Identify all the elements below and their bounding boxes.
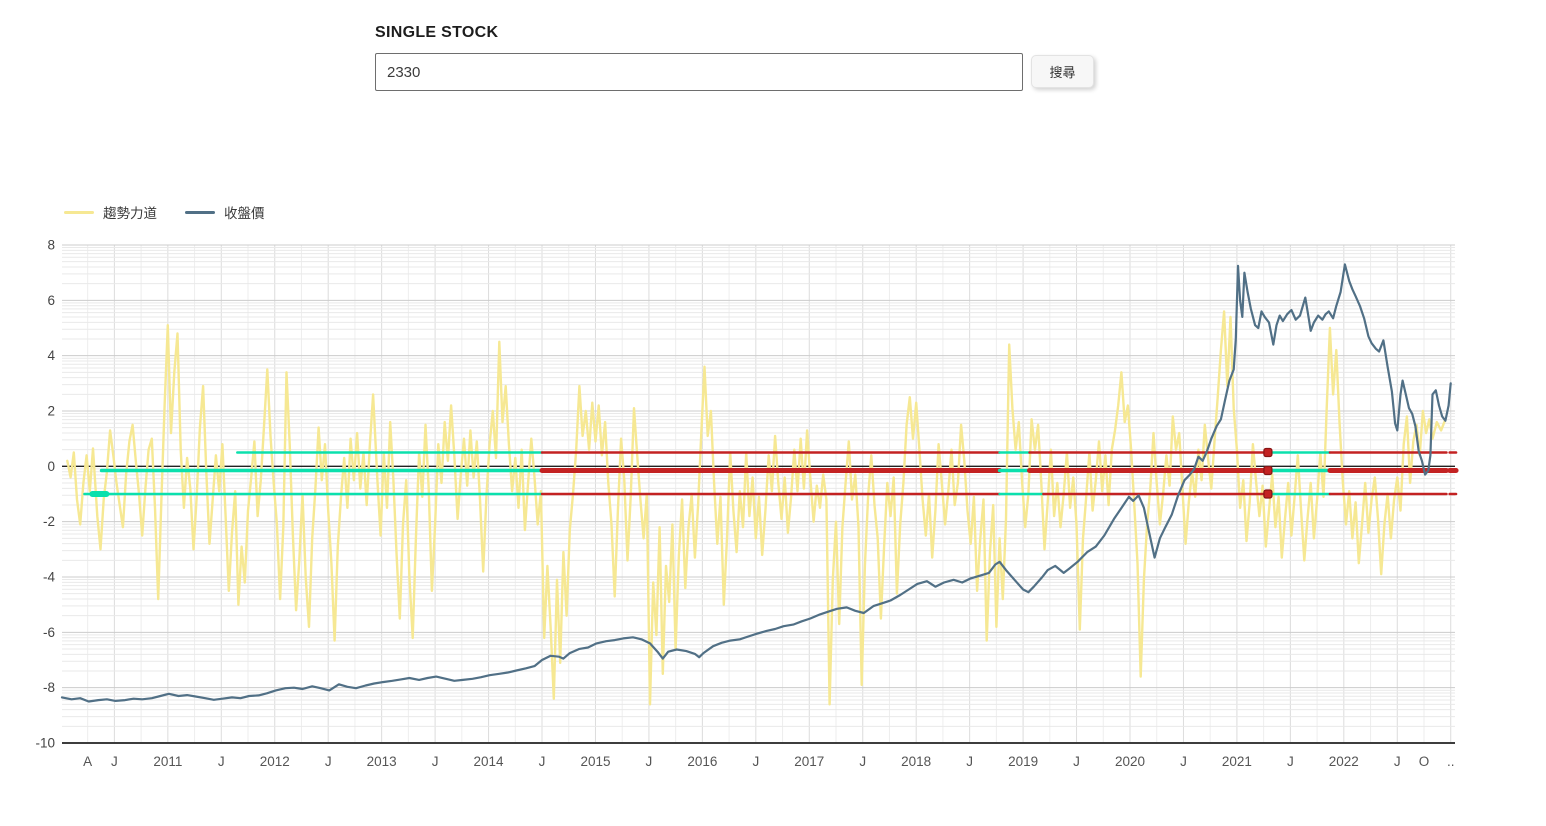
chart-legend: 趨勢力道 收盤價 (64, 202, 265, 222)
y-tick-label: -2 (43, 514, 55, 529)
x-tick-label: 2012 (260, 754, 290, 769)
x-tick-label: 2015 (580, 754, 610, 769)
x-tick-label: 2019 (1008, 754, 1038, 769)
series-trend (67, 311, 1445, 704)
y-tick-label: 6 (47, 293, 55, 308)
legend-item-close[interactable]: 收盤價 (185, 202, 265, 222)
legend-item-trend[interactable]: 趨勢力道 (64, 202, 157, 222)
x-tick-label: 2022 (1329, 754, 1359, 769)
x-tick-label: 2018 (901, 754, 931, 769)
x-tick-label: 2020 (1115, 754, 1145, 769)
y-tick-label: 0 (47, 459, 55, 474)
x-tick-label: 2011 (153, 754, 182, 769)
x-tick-label: J (646, 754, 653, 769)
x-tick-label: J (859, 754, 866, 769)
x-tick-label: J (1287, 754, 1294, 769)
threshold-junction-marker (1264, 449, 1272, 457)
x-tick-label: 2013 (367, 754, 397, 769)
x-tick-label: 2021 (1222, 754, 1252, 769)
y-tick-label: -6 (43, 625, 55, 640)
legend-swatch-close (185, 211, 215, 214)
legend-swatch-trend (64, 211, 94, 214)
y-tick-label: 8 (47, 238, 55, 253)
x-tick-label: J (1180, 754, 1187, 769)
x-tick-label: J (966, 754, 973, 769)
x-tick-label: A (83, 754, 92, 769)
x-tick-label: J (325, 754, 332, 769)
y-tick-label: -8 (43, 680, 55, 695)
x-tick-label: J (111, 754, 118, 769)
x-tick-label: 2014 (474, 754, 505, 769)
stock-chart[interactable]: 8 6 4 2 0 -2 -4 -6 -8 -10 A J 2011 J 2012 J 2013 J 2014 J 20… (0, 0, 1546, 826)
x-tick-label: J (218, 754, 225, 769)
y-tick-label: -10 (35, 736, 55, 751)
x-tick-label: O (1419, 754, 1430, 769)
legend-label-trend: 趨勢力道 (103, 202, 157, 222)
y-tick-label: 4 (47, 348, 55, 363)
legend-label-close: 收盤價 (224, 202, 265, 222)
x-tick-label: J (432, 754, 439, 769)
threshold-junction-marker (1264, 466, 1272, 474)
x-tick-label: J (752, 754, 759, 769)
threshold-junction-marker (1264, 490, 1272, 498)
x-tick-label: J (1073, 754, 1080, 769)
x-tick-label: .. (1447, 754, 1455, 769)
x-tick-label: 2016 (687, 754, 717, 769)
y-tick-label: 2 (47, 404, 55, 419)
y-tick-label: -4 (43, 570, 55, 585)
x-tick-label: J (1394, 754, 1401, 769)
x-tick-label: J (539, 754, 546, 769)
x-tick-label: 2017 (794, 754, 824, 769)
